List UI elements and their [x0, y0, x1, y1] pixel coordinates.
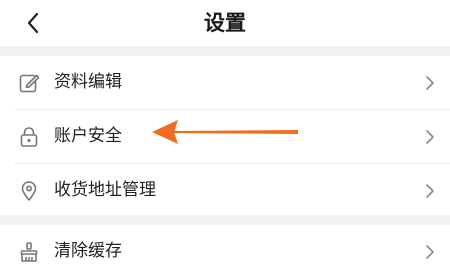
settings-item-label: 账户安全	[54, 126, 122, 146]
settings-item-label: 收货地址管理	[54, 180, 156, 200]
top-bar: 设置	[0, 0, 450, 46]
edit-icon	[19, 74, 40, 93]
settings-item-profile-edit[interactable]: 资料编辑	[0, 56, 450, 109]
chevron-right-icon	[426, 245, 434, 259]
broom-icon	[20, 242, 38, 262]
settings-item-address-management[interactable]: 收货地址管理	[0, 164, 450, 217]
chevron-right-icon	[426, 184, 434, 198]
annotation-arrow	[152, 120, 298, 144]
location-pin-icon	[21, 181, 37, 201]
page-title: 设置	[204, 11, 246, 35]
chevron-right-icon	[426, 130, 434, 144]
settings-item-clear-cache[interactable]: 清除缓存	[0, 225, 450, 278]
chevron-left-icon	[27, 12, 39, 34]
arrow-shaft	[174, 127, 298, 137]
settings-group-storage: 清除缓存	[0, 225, 450, 279]
chevron-right-icon	[426, 76, 434, 90]
settings-item-label: 资料编辑	[54, 72, 122, 92]
back-button[interactable]	[18, 8, 48, 38]
lock-icon	[20, 127, 38, 147]
settings-item-label: 清除缓存	[54, 241, 122, 261]
